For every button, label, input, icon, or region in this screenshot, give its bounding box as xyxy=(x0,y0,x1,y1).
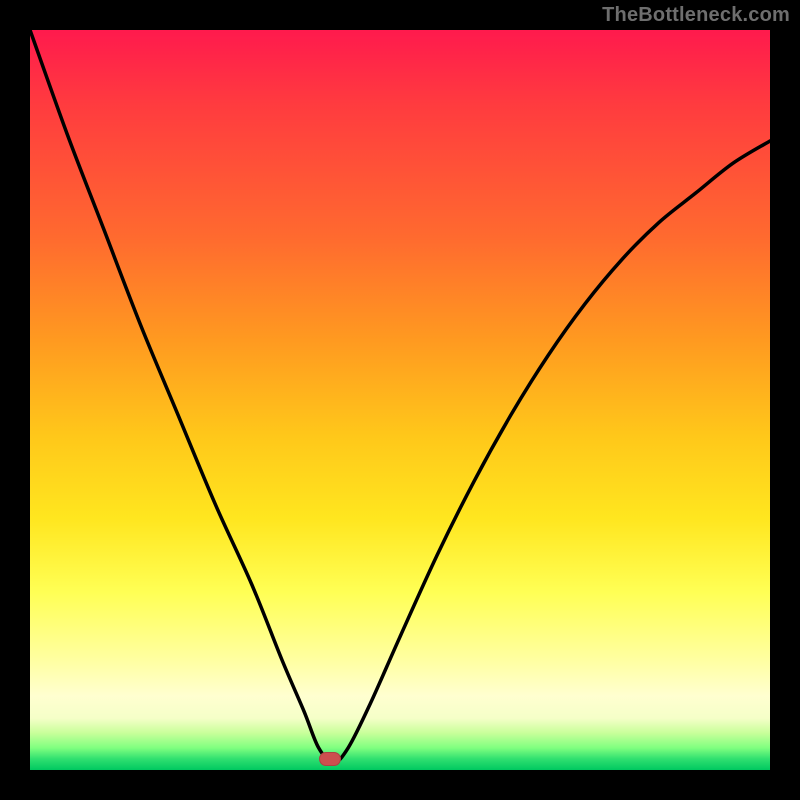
chart-frame: TheBottleneck.com xyxy=(0,0,800,800)
optimal-point-marker xyxy=(319,752,341,766)
watermark-text: TheBottleneck.com xyxy=(602,4,790,27)
bottleneck-curve xyxy=(30,30,770,770)
plot-area xyxy=(30,30,770,770)
